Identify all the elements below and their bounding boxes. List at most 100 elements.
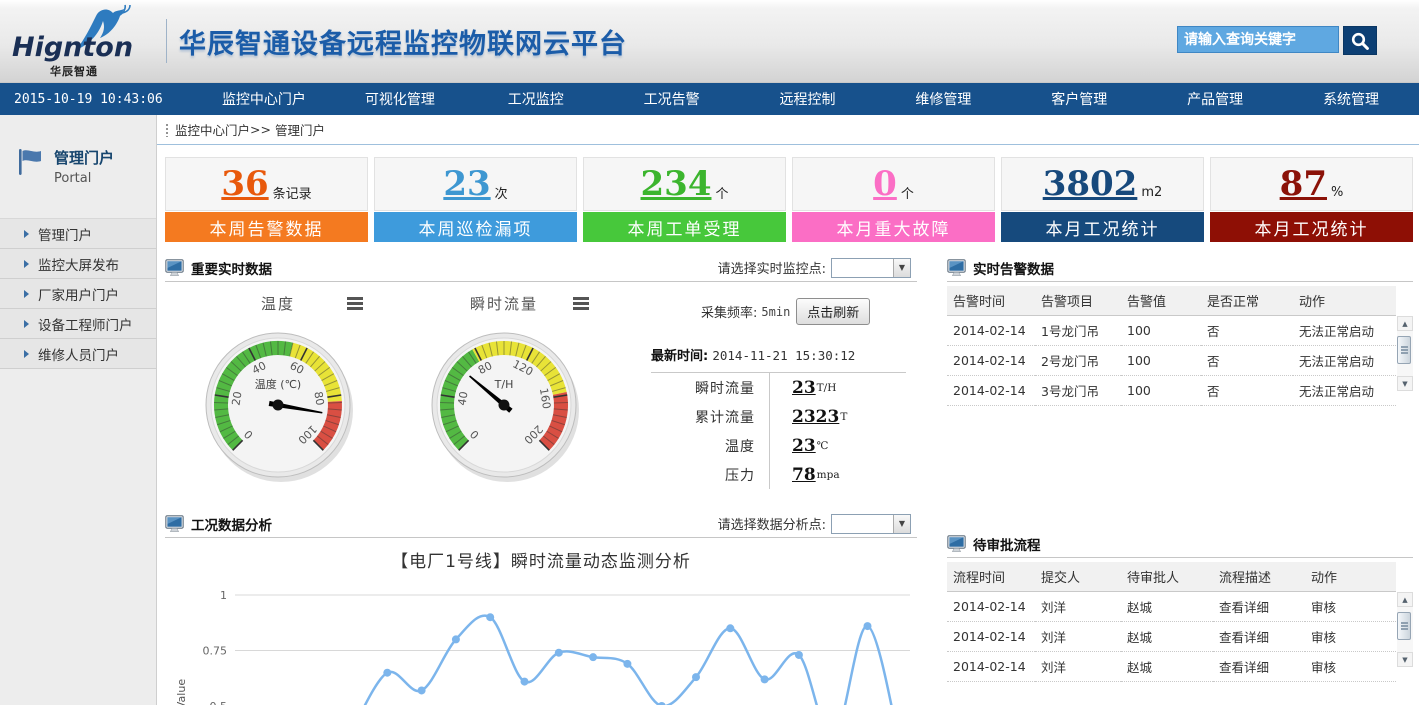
stat-value-box: 0个: [792, 157, 995, 211]
breadcrumb-separator: >>: [250, 122, 271, 137]
nav-item-2[interactable]: 工况监控: [468, 89, 604, 109]
sidebar-item-4[interactable]: 维修人员门户: [0, 339, 156, 369]
refresh-button[interactable]: 点击刷新: [796, 298, 870, 325]
nav-item-4[interactable]: 远程控制: [740, 89, 876, 109]
top-header: Hignton 华辰智通 华辰智通设备远程监控物联网云平台: [0, 0, 1419, 83]
stat-unit: 个: [901, 183, 914, 202]
scrollbar-thumb[interactable]: [1397, 336, 1411, 364]
stat-label-bar[interactable]: 本月重大故障: [792, 212, 995, 242]
data-cell: 否: [1201, 376, 1293, 406]
sidebar-item-2[interactable]: 厂家用户门户: [0, 279, 156, 309]
scroll-down-icon[interactable]: ▼: [1397, 652, 1413, 667]
chevron-down-icon[interactable]: ▼: [893, 515, 910, 533]
nav-item-1[interactable]: 可视化管理: [332, 89, 468, 109]
sidebar-item-label: 管理门户: [38, 224, 92, 244]
brand-logo[interactable]: Hignton 华辰智通: [10, 6, 160, 76]
stat-number[interactable]: 3802: [1043, 167, 1138, 201]
stat-card-1: 23次本周巡检漏项: [374, 157, 577, 242]
column-header: 待审批人: [1121, 562, 1213, 592]
sidebar-item-3[interactable]: 设备工程师门户: [0, 309, 156, 339]
stat-number[interactable]: 234: [641, 167, 712, 201]
sidebar-item-1[interactable]: 监控大屏发布: [0, 249, 156, 279]
hamburger-menu-icon[interactable]: [573, 297, 589, 312]
analysis-point-select[interactable]: ▼: [831, 514, 911, 534]
scroll-up-icon[interactable]: ▲: [1397, 316, 1413, 331]
flow-line-chart: 10.750.5Value: [165, 576, 917, 705]
nav-item-7[interactable]: 产品管理: [1147, 89, 1283, 109]
stat-card-3: 0个本月重大故障: [792, 157, 995, 242]
main-content: 监控中心门户 >> 管理门户 36条记录本周告警数据23次本周巡检漏项234个本…: [157, 115, 1419, 705]
stat-label-bar[interactable]: 本周告警数据: [165, 212, 368, 242]
nav-item-5[interactable]: 维修管理: [875, 89, 1011, 109]
stat-number[interactable]: 87: [1280, 167, 1327, 201]
chevron-down-icon[interactable]: ▼: [893, 259, 910, 277]
scrollbar-thumb[interactable]: [1397, 612, 1411, 640]
analysis-panel: 工况数据分析 请选择数据分析点: ▼ 【电厂1号线】瞬时流量动态监测分析 10.…: [165, 510, 917, 705]
svg-text:40: 40: [455, 391, 470, 407]
alarm-table-scrollbar[interactable]: ▲ ▼: [1397, 316, 1413, 391]
data-cell: 2014-02-14: [947, 376, 1035, 406]
action-cell[interactable]: 查看详细: [1213, 652, 1305, 682]
stat-card-0: 36条记录本周告警数据: [165, 157, 368, 242]
portal-header: 管理门户 Portal: [0, 115, 156, 186]
scroll-up-icon[interactable]: ▲: [1397, 592, 1413, 607]
data-cell: 无法正常启动: [1293, 376, 1396, 406]
stat-label-bar[interactable]: 本月工况统计: [1210, 212, 1413, 242]
column-header: 动作: [1293, 286, 1396, 316]
table-row: 2014-02-141号龙门吊100否无法正常启动: [947, 316, 1396, 346]
nav-item-0[interactable]: 监控中心门户: [196, 89, 332, 109]
reading-unit: ℃: [817, 440, 829, 452]
stat-number[interactable]: 36: [221, 167, 268, 201]
stat-label-bar[interactable]: 本周工单受理: [583, 212, 786, 242]
stat-label-bar[interactable]: 本周巡检漏项: [374, 212, 577, 242]
stat-label-bar[interactable]: 本月工况统计: [1001, 212, 1204, 242]
monitor-icon: [947, 535, 967, 553]
data-cell: 刘洋: [1035, 622, 1121, 652]
stat-number[interactable]: 23: [443, 167, 490, 201]
triangle-right-icon: [24, 290, 29, 298]
svg-text:T/H: T/H: [494, 378, 514, 391]
data-cell: 赵城: [1121, 592, 1213, 622]
panel-title-approval: 待审批流程: [973, 534, 1041, 554]
sidebar-item-0[interactable]: 管理门户: [0, 219, 156, 249]
nav-item-3[interactable]: 工况告警: [604, 89, 740, 109]
monitor-point-select[interactable]: ▼: [831, 258, 911, 278]
data-cell: 2014-02-14: [947, 652, 1035, 682]
triangle-right-icon: [24, 320, 29, 328]
table-header-row: 告警时间告警项目告警值是否正常动作: [947, 286, 1396, 316]
data-cell: 2014-02-14: [947, 316, 1035, 346]
data-cell: 100: [1121, 316, 1201, 346]
gauge-flow-title: 瞬时流量: [470, 293, 538, 314]
nav-item-6[interactable]: 客户管理: [1011, 89, 1147, 109]
data-cell: 2号龙门吊: [1035, 346, 1121, 376]
breadcrumb-root[interactable]: 监控中心门户: [175, 120, 250, 139]
svg-text:1: 1: [220, 589, 227, 602]
data-cell: 无法正常启动: [1293, 316, 1396, 346]
approval-table-scrollbar[interactable]: ▲ ▼: [1397, 592, 1413, 667]
action-cell[interactable]: 查看详细: [1213, 622, 1305, 652]
action-cell[interactable]: 审核: [1305, 622, 1396, 652]
stat-number[interactable]: 0: [873, 167, 897, 201]
stat-value-box: 234个: [583, 157, 786, 211]
action-cell[interactable]: 审核: [1305, 592, 1396, 622]
reading-name: 累计流量: [651, 407, 755, 427]
chart-title: 【电厂1号线】瞬时流量动态监测分析: [165, 547, 917, 572]
portal-subtitle: Portal: [54, 171, 114, 186]
search-input[interactable]: [1177, 26, 1339, 53]
breadcrumb-current[interactable]: 管理门户: [275, 120, 325, 139]
sidebar-item-label: 设备工程师门户: [38, 314, 133, 334]
portal-title: 管理门户: [54, 147, 114, 168]
table-row: 2014-02-14刘洋赵城查看详细审核: [947, 652, 1396, 682]
triangle-right-icon: [24, 230, 29, 238]
search-button[interactable]: [1343, 26, 1377, 55]
action-cell[interactable]: 审核: [1305, 652, 1396, 682]
action-cell[interactable]: 查看详细: [1213, 592, 1305, 622]
nav-item-8[interactable]: 系统管理: [1283, 89, 1419, 109]
hamburger-menu-icon[interactable]: [347, 297, 363, 312]
column-header: 动作: [1305, 562, 1396, 592]
data-cell: 100: [1121, 346, 1201, 376]
scroll-down-icon[interactable]: ▼: [1397, 376, 1413, 391]
right-column: 实时告警数据 告警时间告警项目告警值是否正常动作2014-02-141号龙门吊1…: [947, 254, 1413, 705]
svg-text:0.75: 0.75: [203, 645, 228, 658]
table-row: 2014-02-143号龙门吊100否无法正常启动: [947, 376, 1396, 406]
